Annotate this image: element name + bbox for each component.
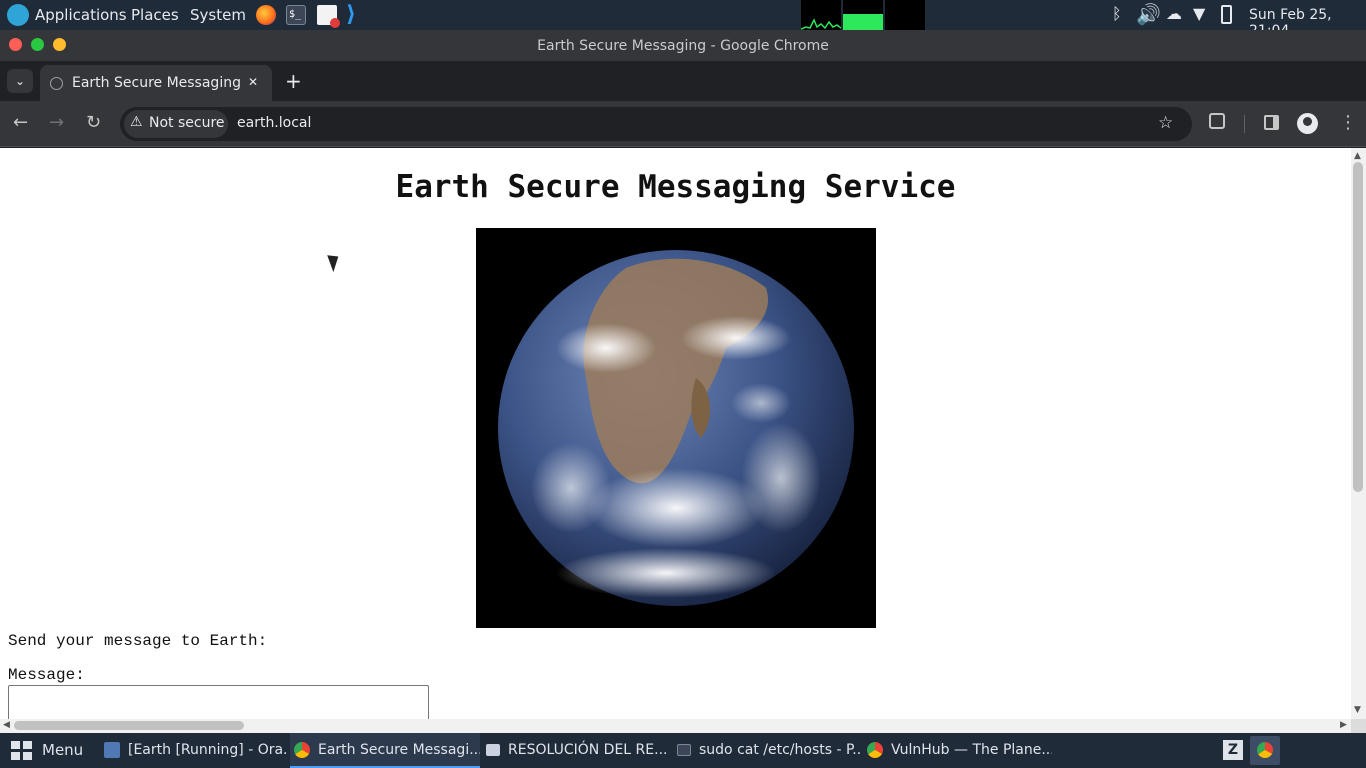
virtualbox-icon	[104, 742, 120, 758]
back-button[interactable]: ←	[13, 112, 28, 133]
task-label: VulnHub — The Plane...	[891, 742, 1052, 758]
cpu-monitor-icon	[800, 18, 842, 30]
terminal-icon	[677, 744, 691, 756]
task-label: Earth Secure Messagi...	[318, 742, 480, 758]
message-label: Message:	[8, 666, 85, 684]
terminal-launcher-icon[interactable]: $_	[286, 5, 306, 25]
taskbar-menu-button[interactable]: Menu	[42, 733, 83, 768]
message-textarea[interactable]	[8, 685, 429, 719]
web-page: Earth Secure Messaging Service Send your…	[0, 148, 1351, 719]
taskbar-task-terminal[interactable]: sudo cat /etc/hosts - P...	[677, 733, 862, 768]
profile-avatar-icon[interactable]	[1297, 113, 1318, 134]
scroll-up-arrow-icon[interactable]: ▲	[1354, 151, 1361, 161]
new-tab-button[interactable]: +	[285, 69, 302, 93]
taskbar-task-chrome-earth[interactable]: Earth Secure Messagi...	[290, 733, 480, 768]
browser-toolbar: ← → ↻ ⚠ Not secure earth.local ☆ ⋮	[0, 101, 1366, 147]
chrome-menu-icon[interactable]: ⋮	[1339, 112, 1357, 133]
forward-button[interactable]: →	[49, 112, 64, 133]
network-monitor-graph	[885, 0, 925, 30]
vertical-scroll-thumb[interactable]	[1353, 162, 1363, 492]
extensions-icon[interactable]	[1209, 113, 1225, 129]
page-title: Earth Secure Messaging Service	[395, 169, 956, 205]
security-label: Not secure	[149, 115, 225, 131]
earth-image	[476, 228, 876, 628]
filezilla-tray-icon[interactable]: Z	[1223, 740, 1243, 760]
window-title: Earth Secure Messaging - Google Chrome	[537, 38, 829, 54]
system-menu[interactable]: System	[190, 6, 246, 24]
globe-favicon-icon	[50, 77, 63, 90]
task-label: sudo cat /etc/hosts - P...	[699, 742, 862, 758]
chrome-icon	[867, 742, 883, 758]
scroll-down-arrow-icon[interactable]: ▼	[1354, 705, 1361, 715]
warning-triangle-icon: ⚠	[130, 114, 143, 130]
horizontal-scroll-thumb[interactable]	[14, 721, 244, 730]
task-label: [Earth [Running] - Ora...	[128, 742, 289, 758]
taskbar-task-chrome-vulnhub[interactable]: VulnHub — The Plane...	[867, 733, 1052, 768]
places-menu[interactable]: Places	[131, 6, 179, 24]
tab-title: Earth Secure Messaging	[72, 75, 241, 91]
task-label: RESOLUCIÓN DEL RE...	[508, 742, 666, 758]
chrome-icon	[294, 742, 310, 758]
scroll-left-arrow-icon[interactable]: ◀	[3, 720, 10, 730]
bluetooth-icon[interactable]: ᛒ	[1112, 4, 1122, 23]
close-tab-icon[interactable]: ✕	[248, 75, 258, 89]
maximize-window-button[interactable]	[31, 38, 44, 51]
memory-monitor-graph	[843, 0, 883, 30]
url-text[interactable]: earth.local	[237, 115, 311, 131]
system-top-panel: Applications Places System $_ ⟩ ᛒ 🔊 ☁ ▼ …	[0, 0, 1366, 39]
tab-search-button[interactable]: ⌄	[7, 69, 33, 93]
side-panel-icon[interactable]	[1264, 115, 1279, 130]
firefox-launcher-icon[interactable]	[256, 5, 276, 25]
distro-logo-icon[interactable]	[7, 4, 29, 26]
taskbar-task-virtualbox[interactable]: [Earth [Running] - Ora...	[104, 733, 289, 768]
vscode-launcher-icon[interactable]: ⟩	[346, 4, 366, 26]
volume-icon[interactable]: 🔊	[1136, 2, 1161, 26]
text-editor-launcher-icon[interactable]	[317, 5, 340, 28]
document-icon	[486, 744, 500, 756]
earth-globe-icon	[498, 250, 854, 606]
scrollbar-corner	[1351, 719, 1366, 733]
taskbar: Menu [Earth [Running] - Ora... Earth Sec…	[0, 733, 1366, 768]
tab-strip: ⌄ Earth Secure Messaging ✕ +	[0, 61, 1366, 101]
chrome-tray-icon[interactable]	[1250, 736, 1280, 765]
reload-button[interactable]: ↻	[86, 112, 101, 133]
scroll-right-arrow-icon[interactable]: ▶	[1340, 720, 1347, 730]
taskbar-task-document[interactable]: RESOLUCIÓN DEL RE...	[486, 733, 666, 768]
grid-menu-icon[interactable]	[11, 741, 33, 761]
window-title-bar: Earth Secure Messaging - Google Chrome	[0, 30, 1366, 61]
bookmark-star-icon[interactable]: ☆	[1158, 113, 1173, 133]
cpu-monitor-graph	[800, 0, 842, 30]
cloud-icon[interactable]: ☁	[1166, 4, 1182, 23]
send-message-prompt: Send your message to Earth:	[8, 632, 268, 650]
toolbar-divider	[1244, 115, 1245, 133]
close-window-button[interactable]	[9, 38, 22, 51]
tab-earth-secure-messaging[interactable]: Earth Secure Messaging ✕	[40, 65, 272, 101]
mouse-cursor-icon	[327, 251, 343, 273]
minimize-window-button[interactable]	[53, 38, 66, 51]
wifi-icon[interactable]: ▼	[1193, 4, 1205, 23]
applications-menu[interactable]: Applications	[35, 6, 127, 24]
battery-icon[interactable]	[1221, 5, 1232, 24]
address-bar[interactable]: ⚠ Not secure earth.local ☆	[120, 107, 1192, 141]
